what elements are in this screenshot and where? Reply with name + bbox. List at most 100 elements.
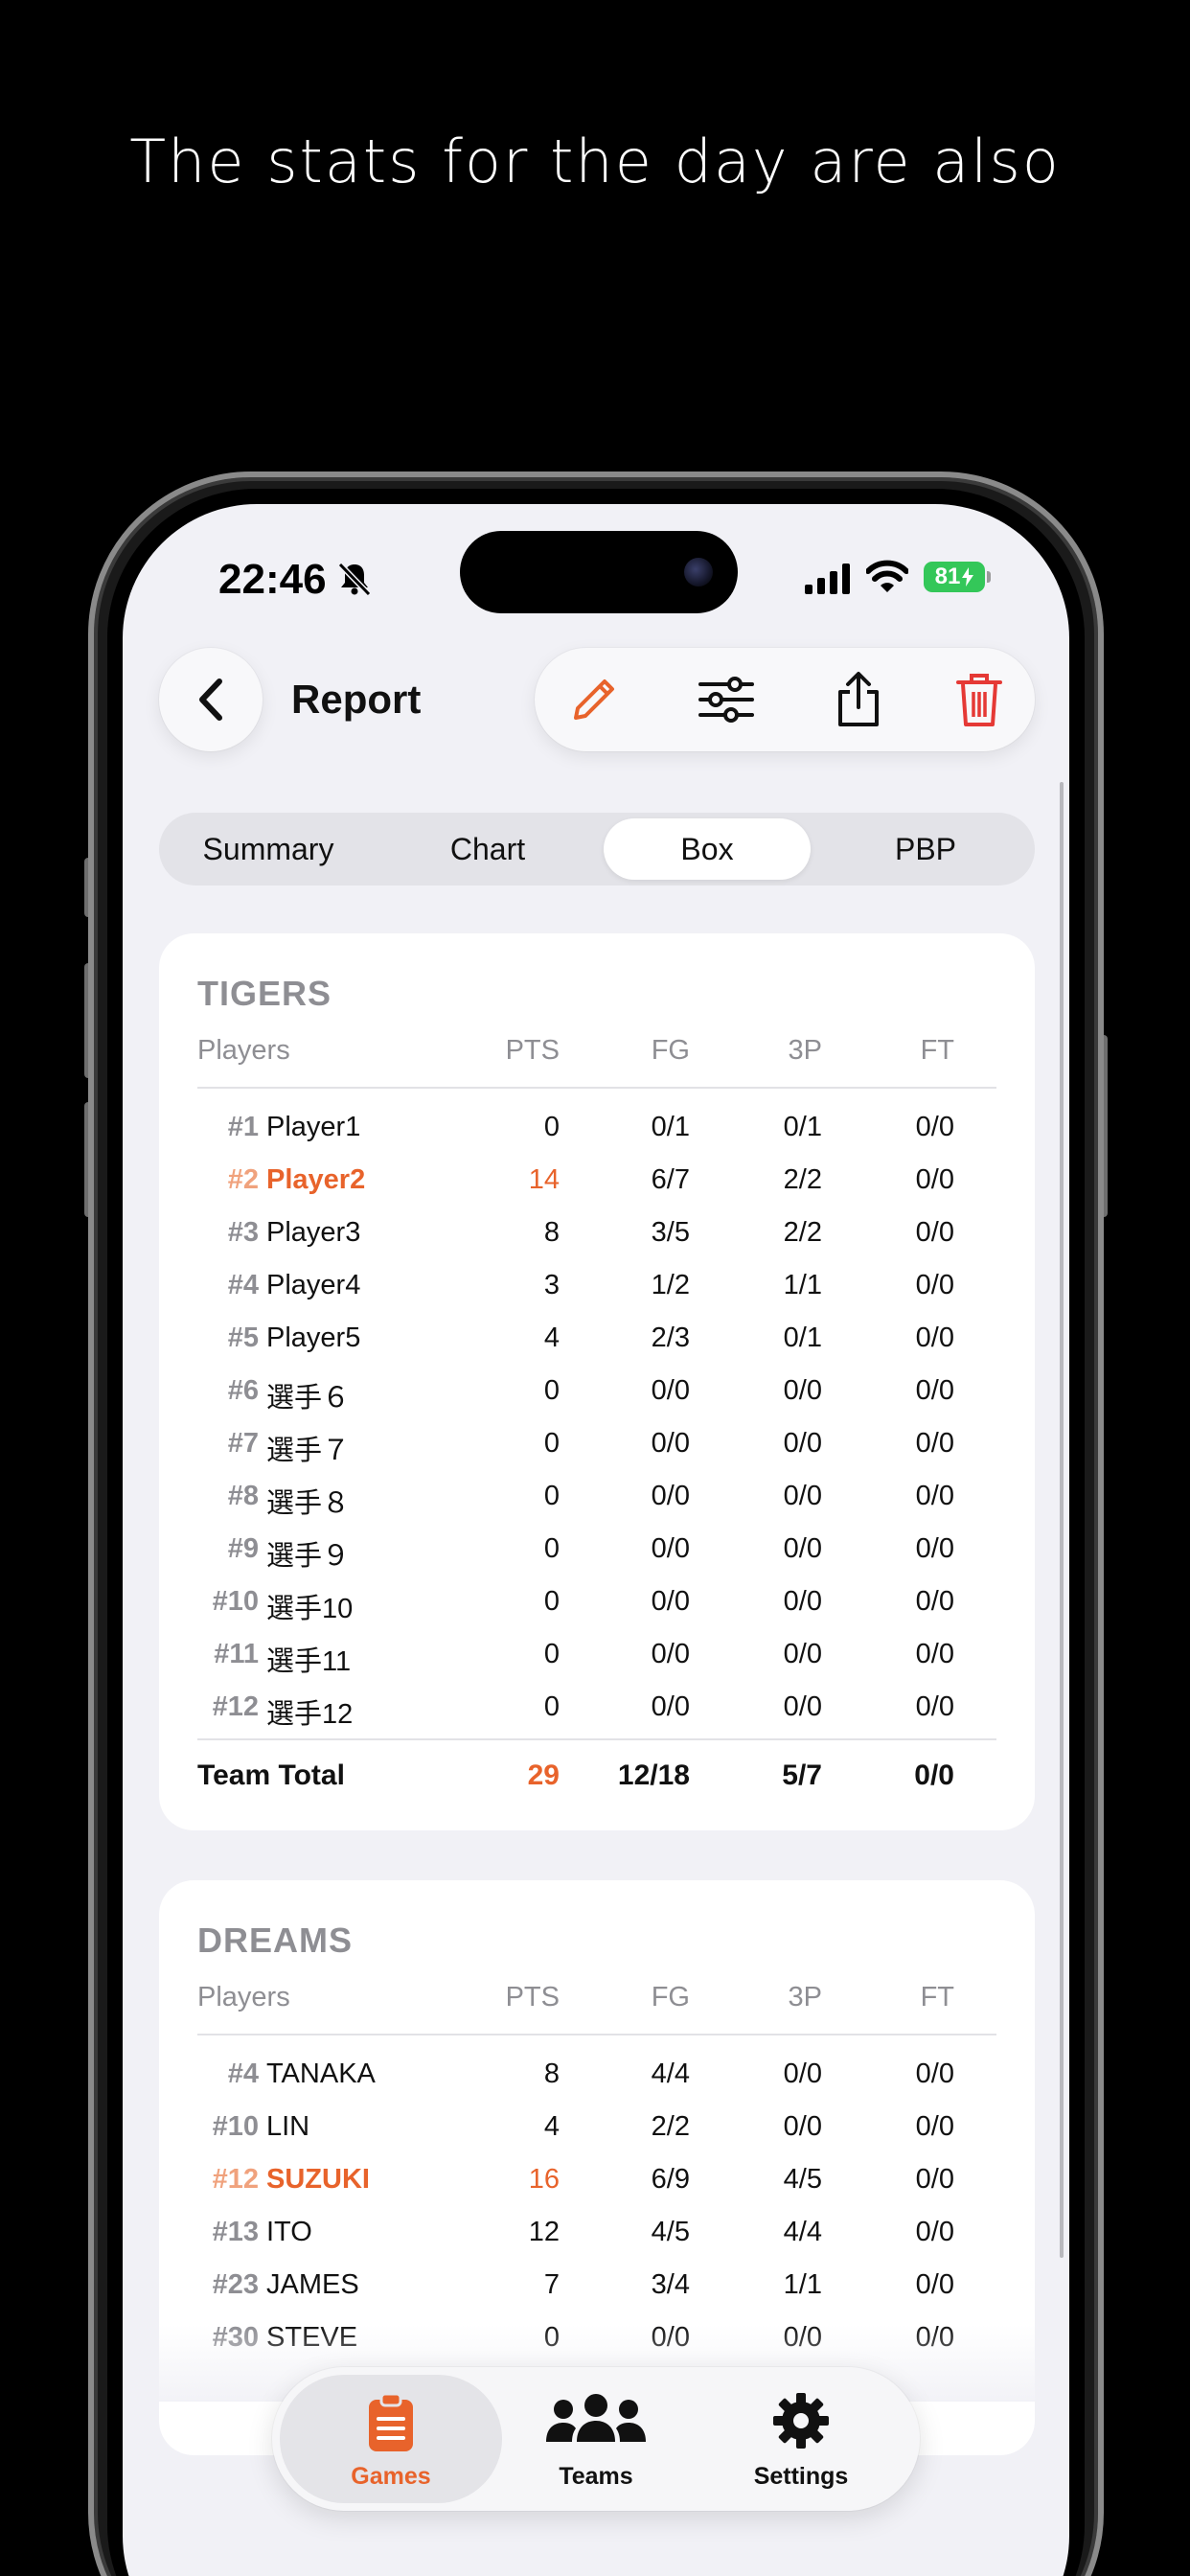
player-number: #23: [212, 2269, 259, 2300]
front-camera: [684, 558, 713, 586]
player-3p: 0/1: [783, 1112, 822, 1142]
player-number: #9: [227, 1533, 259, 1564]
table-row[interactable]: #5 Player5 4 2/3 0/1 0/0: [159, 1322, 1035, 1375]
player-name: TANAKA: [266, 2058, 376, 2089]
segment-pbp[interactable]: PBP: [822, 818, 1029, 880]
tab-teams[interactable]: Teams: [485, 2375, 707, 2503]
player-number: #6: [227, 1375, 259, 1406]
table-row[interactable]: #23 JAMES 7 3/4 1/1 0/0: [159, 2269, 1035, 2322]
player-3p: 0/0: [783, 1639, 822, 1669]
player-name: Player1: [266, 1112, 361, 1142]
table-row[interactable]: #1 Player1 0 0/1 0/1 0/0: [159, 1112, 1035, 1164]
table-row[interactable]: #12 選手12 0 0/0 0/0 0/0: [159, 1691, 1035, 1744]
back-button[interactable]: [159, 648, 263, 751]
table-row[interactable]: #7 選手７ 0 0/0 0/0 0/0: [159, 1428, 1035, 1481]
share-button[interactable]: [807, 648, 910, 751]
player-fg: 0/0: [651, 1639, 690, 1669]
table-row[interactable]: #4 TANAKA 8 4/4 0/0 0/0: [159, 2058, 1035, 2111]
player-3p: 1/1: [783, 1270, 822, 1300]
table-row[interactable]: #2 Player2 14 6/7 2/2 0/0: [159, 1164, 1035, 1217]
player-ft: 0/0: [915, 1533, 954, 1564]
table-row[interactable]: #10 選手10 0 0/0 0/0 0/0: [159, 1586, 1035, 1639]
tab-settings[interactable]: Settings: [690, 2375, 912, 2503]
player-fg: 0/0: [651, 1586, 690, 1617]
charging-bolt-icon: [962, 567, 974, 586]
player-name: Player2: [266, 1164, 366, 1195]
player-ft: 0/0: [915, 2111, 954, 2142]
player-ft: 0/0: [915, 2217, 954, 2247]
player-name: Player5: [266, 1322, 361, 1353]
player-name: SUZUKI: [266, 2164, 370, 2195]
player-pts: 3: [543, 1270, 560, 1300]
header-divider: [197, 1087, 996, 1089]
table-row[interactable]: #8 選手８ 0 0/0 0/0 0/0: [159, 1481, 1035, 1533]
player-ft: 0/0: [915, 1112, 954, 1142]
player-3p: 0/0: [783, 1481, 822, 1511]
tab-label: Settings: [753, 2463, 849, 2490]
player-ft: 0/0: [915, 2058, 954, 2089]
player-pts: 4: [543, 1322, 560, 1353]
player-pts: 0: [543, 1533, 560, 1564]
team-total-pts: 29: [527, 1760, 560, 1791]
player-pts: 0: [543, 1375, 560, 1406]
col-header-pts: PTS: [505, 1982, 560, 2012]
player-number: #7: [227, 1428, 259, 1459]
player-ft: 0/0: [915, 1481, 954, 1511]
player-pts: 12: [528, 2217, 560, 2247]
player-name: 選手８: [266, 1488, 351, 1519]
player-3p: 0/0: [783, 1533, 822, 1564]
player-fg: 1/2: [651, 1270, 690, 1300]
table-row[interactable]: #10 LIN 4 2/2 0/0 0/0: [159, 2111, 1035, 2164]
table-row[interactable]: #6 選手６ 0 0/0 0/0 0/0: [159, 1375, 1035, 1428]
col-header-3p: 3P: [788, 1035, 822, 1066]
player-3p: 0/0: [783, 1691, 822, 1722]
player-pts: 0: [543, 1481, 560, 1511]
player-number: #4: [227, 1270, 259, 1300]
player-3p: 4/4: [783, 2217, 822, 2247]
player-name: 選手11: [266, 1646, 352, 1677]
delete-button[interactable]: [927, 648, 1031, 751]
player-fg: 3/4: [651, 2269, 690, 2300]
player-fg: 0/0: [651, 1691, 690, 1722]
table-row[interactable]: #4 Player4 3 1/2 1/1 0/0: [159, 1270, 1035, 1322]
player-ft: 0/0: [915, 1428, 954, 1459]
col-header-fg: FG: [651, 1035, 690, 1066]
action-toolbar: [535, 648, 1035, 751]
player-number: #12: [212, 2164, 259, 2195]
col-header-pts: PTS: [505, 1035, 560, 1066]
segment-chart[interactable]: Chart: [384, 818, 591, 880]
player-fg: 4/4: [651, 2058, 690, 2089]
filter-button[interactable]: [675, 648, 778, 751]
player-fg: 0/0: [651, 1481, 690, 1511]
player-number: #11: [214, 1639, 259, 1669]
player-pts: 0: [543, 1691, 560, 1722]
player-fg: 6/7: [651, 1164, 690, 1195]
bell-slash-icon: [337, 562, 372, 597]
player-name: 選手12: [266, 1699, 354, 1730]
header-divider: [197, 2034, 996, 2036]
player-3p: 4/5: [783, 2164, 822, 2195]
player-fg: 2/3: [651, 1322, 690, 1353]
table-row[interactable]: #13 ITO 12 4/5 4/4 0/0: [159, 2217, 1035, 2269]
edit-button[interactable]: [542, 648, 646, 751]
segment-summary[interactable]: Summary: [165, 818, 372, 880]
col-header-players: Players: [197, 1982, 290, 2012]
player-3p: 2/2: [783, 1217, 822, 1248]
segment-box[interactable]: Box: [604, 818, 811, 880]
gear-icon: [773, 2393, 829, 2449]
table-row[interactable]: #3 Player3 8 3/5 2/2 0/0: [159, 1217, 1035, 1270]
col-header-ft: FT: [920, 1035, 954, 1066]
tab-games[interactable]: Games: [280, 2375, 502, 2503]
scrollbar[interactable]: [1060, 782, 1064, 2258]
table-row[interactable]: #12 SUZUKI 16 6/9 4/5 0/0: [159, 2164, 1035, 2217]
player-number: #1: [227, 1112, 259, 1142]
table-row[interactable]: #11 選手11 0 0/0 0/0 0/0: [159, 1639, 1035, 1691]
player-fg: 0/0: [651, 1533, 690, 1564]
player-number: #3: [227, 1217, 259, 1248]
player-number: #10: [212, 1586, 259, 1617]
table-row[interactable]: #9 選手９ 0 0/0 0/0 0/0: [159, 1533, 1035, 1586]
player-3p: 0/1: [783, 1322, 822, 1353]
player-fg: 4/5: [651, 2217, 690, 2247]
player-ft: 0/0: [915, 1217, 954, 1248]
player-pts: 0: [543, 1639, 560, 1669]
